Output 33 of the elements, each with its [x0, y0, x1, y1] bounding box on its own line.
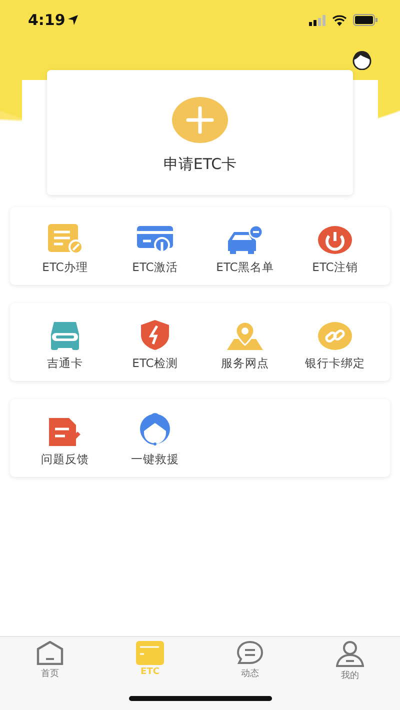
link-icon	[317, 321, 353, 351]
map-pin-icon	[226, 321, 264, 351]
user-icon	[336, 641, 364, 667]
car-icon	[226, 225, 264, 255]
menu-item[interactable]: 一键救援	[110, 409, 200, 467]
menu-item[interactable]: 银行卡绑定	[290, 313, 380, 371]
home-icon	[36, 641, 64, 665]
location-arrow-icon	[68, 15, 78, 25]
form-icon	[47, 223, 83, 255]
menu-item[interactable]: ETC注销	[290, 217, 380, 275]
plus-icon	[172, 97, 228, 143]
headset-person-icon	[138, 413, 172, 447]
menu-item[interactable]: ETC激活	[110, 217, 200, 275]
menu-item[interactable]: ETC办理	[20, 217, 110, 275]
menu-item[interactable]: 问题反馈	[20, 409, 110, 467]
card-icon	[136, 641, 164, 665]
chat-icon	[236, 641, 264, 665]
menu-item[interactable]: ETC检测	[110, 313, 200, 371]
signal-icon	[309, 14, 326, 26]
tab[interactable]: 首页	[0, 641, 100, 682]
document-edit-icon	[48, 417, 82, 447]
power-icon	[317, 225, 353, 255]
shield-icon	[139, 319, 171, 351]
menu-item[interactable]: 吉通卡	[20, 313, 110, 371]
battery-icon	[353, 14, 378, 26]
apply-card-button[interactable]: 申请ETC卡	[47, 70, 353, 195]
menu-item[interactable]: 服务网点	[200, 313, 290, 371]
tab[interactable]: 我的	[300, 641, 400, 682]
wifi-icon	[332, 14, 347, 26]
menu-item[interactable]: ETC黑名单	[200, 217, 290, 275]
tab[interactable]: 动态	[200, 641, 300, 682]
avatar-icon[interactable]	[352, 50, 372, 70]
clock-time: 4:19	[28, 11, 66, 29]
